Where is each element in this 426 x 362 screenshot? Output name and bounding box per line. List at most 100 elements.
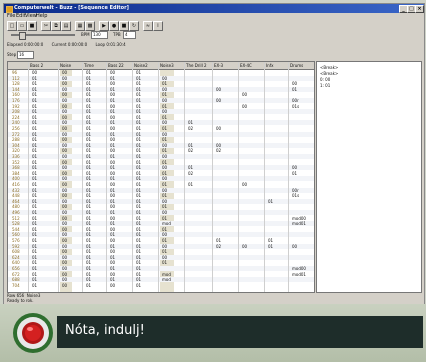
grid-cell[interactable]: 00	[162, 132, 167, 137]
grid-cell[interactable]: 00	[62, 98, 67, 103]
grid-cell[interactable]: 01	[136, 126, 141, 131]
grid-cell[interactable]: 01	[32, 109, 37, 114]
grid-cell[interactable]: 00	[62, 176, 67, 181]
table-row[interactable]: 256 01 00 01 00 01 01 02 00	[8, 126, 314, 131]
grid-cell[interactable]: 00	[62, 104, 67, 109]
grid-cell[interactable]: 01	[32, 104, 37, 109]
table-row[interactable]: 544 01 00 01 00 01 01	[8, 227, 314, 232]
grid-cell[interactable]: 00	[110, 171, 115, 176]
table-row[interactable]: 688 01 00 01 01 01 mod	[8, 277, 314, 283]
copy-icon[interactable]: ⧉	[51, 21, 61, 31]
grid-cell[interactable]: 00	[110, 70, 115, 75]
grid-cell[interactable]: 01	[32, 188, 37, 193]
grid-cell[interactable]: 01	[86, 104, 91, 109]
grid-cell[interactable]: 01	[32, 143, 37, 148]
grid-cell[interactable]: 01	[162, 126, 167, 131]
wave-icon[interactable]: ≈	[143, 21, 153, 31]
grid-cell[interactable]: 01	[86, 154, 91, 159]
grid-cell[interactable]: 01	[32, 87, 37, 92]
grid-cell[interactable]: 00	[242, 244, 247, 249]
grid-cell[interactable]: 01	[110, 98, 115, 103]
table-row[interactable]: 608 01 00 01 00 01 01	[8, 249, 314, 254]
grid-cell[interactable]: 01	[86, 193, 91, 198]
grid-cell[interactable]: 01	[86, 137, 91, 142]
grid-cell[interactable]: 00	[162, 210, 167, 215]
grid-cell[interactable]: 01	[32, 266, 37, 271]
grid-cell[interactable]: 01	[32, 227, 37, 232]
grid-cell[interactable]: 01	[32, 115, 37, 120]
grid-cell[interactable]: 00	[216, 143, 221, 148]
grid-cell[interactable]: 01	[32, 120, 37, 125]
grid-cell[interactable]: 01	[110, 109, 115, 114]
grid-cell[interactable]: mod	[162, 277, 171, 282]
grid-cell[interactable]: 01	[136, 171, 141, 176]
grid-cell[interactable]: 02	[188, 171, 193, 176]
table-row[interactable]: 400 01 00 01 01 01 00	[8, 176, 314, 182]
table-row[interactable]: 144 01 00 01 01 01 00 00 01	[8, 86, 314, 92]
grid-cell[interactable]: 00	[162, 76, 167, 81]
grid-cell[interactable]: 01	[86, 126, 91, 131]
grid-cell[interactable]: 01	[32, 148, 37, 153]
grid-cell[interactable]: 00	[242, 104, 247, 109]
column-header[interactable]: Noise3	[160, 62, 174, 69]
list-item[interactable]: <Break>	[320, 65, 338, 70]
grid-cell[interactable]: 00	[62, 266, 67, 271]
grid-cell[interactable]: 01	[162, 115, 167, 120]
table-row[interactable]: 240 01 00 01 01 01 00 01	[8, 120, 314, 126]
grid-cell[interactable]: 00	[110, 216, 115, 221]
cut-icon[interactable]: ✂	[41, 21, 51, 31]
step-select[interactable]: 16	[17, 51, 34, 59]
grid-cell[interactable]: 01	[32, 126, 37, 131]
grid-cell[interactable]: 00	[110, 193, 115, 198]
grid-cell[interactable]: 01	[110, 87, 115, 92]
grid-cell[interactable]: 01	[110, 143, 115, 148]
grid-cell[interactable]: 01	[32, 238, 37, 243]
tpb-field[interactable]: 4	[123, 31, 136, 39]
table-row[interactable]: 432 01 00 01 01 01 00 00r	[8, 187, 314, 193]
grid-cell[interactable]: 01	[136, 210, 141, 215]
grid-cell[interactable]: 01	[136, 137, 141, 142]
paste-icon[interactable]: ▤	[61, 21, 71, 31]
grid-cell[interactable]: 01	[136, 232, 141, 237]
grid-cell[interactable]: 00r	[292, 98, 299, 103]
table-row[interactable]: 592 01 00 01 01 01 00 02 00 01 00	[8, 243, 314, 249]
table-row[interactable]: 320 01 00 01 00 01 01 02 02	[8, 148, 314, 153]
grid-cell[interactable]: 01	[32, 76, 37, 81]
grid-cell[interactable]: 00	[62, 204, 67, 209]
grid-cell[interactable]: 00	[110, 115, 115, 120]
table-row[interactable]: 704 01 00 01 00 01	[8, 283, 314, 288]
grid-cell[interactable]: 00	[62, 171, 67, 176]
grid-cell[interactable]: 00	[62, 132, 67, 137]
table-row[interactable]: 464 01 00 01 01 01 00 01	[8, 198, 314, 204]
grid-cell[interactable]: 01	[86, 249, 91, 254]
grid-cell[interactable]: 01	[136, 160, 141, 165]
grid-cell[interactable]: 00	[62, 272, 67, 277]
grid-cell[interactable]: 01	[86, 188, 91, 193]
grid-cell[interactable]: 01	[86, 238, 91, 243]
grid-cell[interactable]: 01	[162, 81, 167, 86]
grid-cell[interactable]: 01	[32, 81, 37, 86]
grid-cell[interactable]: 01	[32, 193, 37, 198]
grid-cell[interactable]: 01	[110, 188, 115, 193]
table-row[interactable]: 624 01 00 01 01 01 00	[8, 254, 314, 260]
table-row[interactable]: 656 01 00 01 01 01 mod00	[8, 266, 314, 271]
grid-cell[interactable]: 00	[162, 98, 167, 103]
grid-cell[interactable]: 00	[216, 126, 221, 131]
grid-cell[interactable]: 01	[162, 204, 167, 209]
grid-cell[interactable]: 00	[242, 182, 247, 187]
grid-cell[interactable]: 01	[292, 171, 297, 176]
grid-cell[interactable]: 01	[162, 238, 167, 243]
tempo-slider[interactable]	[11, 32, 75, 40]
grid-cell[interactable]: 01	[136, 87, 141, 92]
table-row[interactable]: 496 01 00 01 01 01 00	[8, 210, 314, 215]
bpm-field[interactable]: 130	[91, 31, 108, 39]
grid-cell[interactable]: 01	[86, 199, 91, 204]
pattern-list-panel[interactable]: <Break> <Break> 0: 00 1: 01	[316, 61, 422, 293]
grid-cell[interactable]: 01	[86, 277, 91, 282]
grid-cell[interactable]: 01	[110, 255, 115, 260]
grid-cell[interactable]: 01	[136, 283, 141, 288]
grid-cell[interactable]: 00	[62, 137, 67, 142]
grid-cell[interactable]: 01	[136, 176, 141, 181]
grid-cell[interactable]: 01	[32, 210, 37, 215]
list-item[interactable]: <Break>	[320, 71, 338, 76]
